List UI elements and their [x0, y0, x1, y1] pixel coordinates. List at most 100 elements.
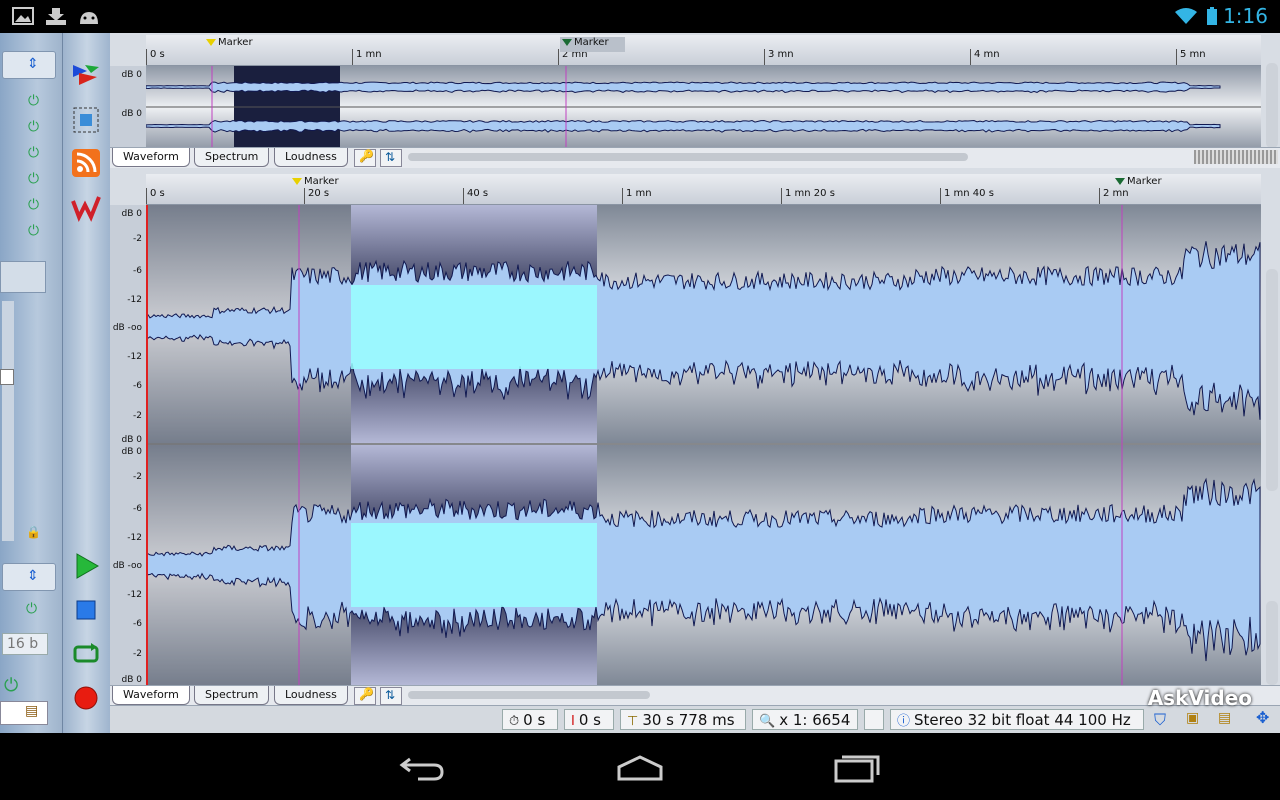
android-status-bar: 1:16	[0, 0, 1280, 33]
recent-apps-icon[interactable]	[832, 751, 882, 783]
marker-flag-selected[interactable]: Marker	[1115, 176, 1162, 187]
ruler-label: 0 s	[150, 188, 165, 199]
tab-loudness[interactable]: Loudness	[274, 148, 348, 167]
power-icon[interactable]: ⏻	[28, 93, 39, 109]
detail-vscroll-bottom[interactable]	[1266, 601, 1278, 685]
tab-spectrum[interactable]: Spectrum	[194, 148, 270, 167]
rss-icon[interactable]	[71, 148, 101, 178]
empty-field	[864, 709, 884, 730]
ruler-label: 20 s	[308, 188, 330, 199]
marker-flag[interactable]: Marker	[292, 176, 339, 187]
ruler-label: 1 mn	[356, 49, 382, 60]
power-icon[interactable]: ⏻	[28, 223, 39, 239]
wavepad-logo-icon[interactable]	[71, 193, 101, 223]
detail-ruler[interactable]: 0 s 20 s 40 s 1 mn 1 mn 20 s 1 mn 40 s 2…	[146, 174, 1261, 205]
clock: 1:16	[1223, 4, 1268, 28]
wifi-icon	[1175, 8, 1197, 24]
clock-icon: ⏱	[509, 714, 520, 729]
tab-loudness[interactable]: Loudness	[274, 686, 348, 705]
overview-waveform[interactable]	[146, 66, 1261, 149]
mixer-panel: ⇕ ⏻ ⏻ ⏻ ⏻ ⏻ ⏻ 🔒 ⇕ ⏻ 16 b ⏻ ▤	[0, 33, 62, 733]
power-icon[interactable]: ⏻	[28, 145, 39, 161]
ruler-label: 5 mn	[1180, 49, 1206, 60]
gallery-icon	[12, 7, 34, 25]
overview-ruler[interactable]: 0 s 1 mn 2 mn 3 mn 4 mn 5 mn Marker Mark…	[146, 35, 1261, 66]
cursor-time: ⏱ 0 s	[502, 709, 558, 730]
detail-hscroll[interactable]	[408, 691, 650, 699]
selection-length: ⊤ 30 s 778 ms	[620, 709, 746, 730]
play-icon[interactable]	[71, 551, 101, 581]
tab-waveform[interactable]: Waveform	[112, 686, 190, 705]
grid-tool-icon[interactable]	[71, 105, 101, 135]
editor-main: 0 s 1 mn 2 mn 3 mn 4 mn 5 mn Marker Mark…	[110, 33, 1280, 733]
move-icon[interactable]: ✥	[1256, 708, 1269, 727]
wrench-icon[interactable]: 🔑	[354, 687, 376, 705]
zoom-level: 🔍 x 1: 6654	[752, 709, 858, 730]
wrench-icon[interactable]: 🔑	[354, 149, 376, 167]
home-icon[interactable]	[615, 751, 665, 783]
tab-spectrum[interactable]: Spectrum	[194, 686, 270, 705]
power-icon[interactable]: ⏻	[28, 119, 39, 135]
power-icon[interactable]: ⏻	[28, 197, 39, 213]
ruler-label: 4 mn	[974, 49, 1000, 60]
info-icon: ⓘ	[897, 714, 911, 729]
swap-arrows-icon[interactable]: ⇅	[380, 687, 402, 705]
panel-field[interactable]	[0, 261, 46, 293]
swap-arrows-icon[interactable]: ⇅	[380, 149, 402, 167]
volume-slider[interactable]	[0, 301, 14, 541]
watermark: AskVideo	[1147, 686, 1252, 710]
download-icon	[46, 8, 66, 25]
overview-hscroll[interactable]	[408, 153, 968, 161]
back-icon[interactable]	[398, 751, 448, 783]
detail-waveform[interactable]	[146, 205, 1261, 685]
ruler-label: 2 mn	[1103, 188, 1129, 199]
ruler-label: 1 mn	[626, 188, 652, 199]
zoom-grip[interactable]	[1194, 150, 1278, 164]
marker-flag-selected[interactable]: Marker	[560, 37, 625, 52]
copy-file-icon[interactable]: ▤	[1218, 710, 1231, 726]
overview-view-tabs: Waveform Spectrum Loudness 🔑 ⇅	[110, 147, 1280, 168]
overview-vscroll[interactable]	[1266, 63, 1278, 148]
channel-select[interactable]: ⇕	[2, 51, 56, 79]
loop-icon[interactable]	[71, 639, 101, 669]
android-nav-bar	[0, 733, 1280, 800]
audio-format: ⓘ Stereo 32 bit float 44 100 Hz	[890, 709, 1144, 730]
selection-icon: ⊤	[627, 714, 639, 729]
detail-db-scale-left: dB 0 -2 -6 -12 dB -oo -12 -6 -2 dB 0	[110, 205, 146, 445]
android-icon	[80, 12, 98, 24]
editor-status-bar: ⏱ 0 s I0 s ⊤ 30 s 778 ms 🔍 x 1: 6654 ⓘ Stere…	[110, 705, 1280, 734]
lock-icon[interactable]: 🔒	[26, 525, 41, 539]
bit-depth-field[interactable]: 16 b	[2, 633, 48, 655]
tool-column	[62, 33, 111, 733]
ruler-label: 1 mn 20 s	[785, 188, 835, 199]
overview-waveform-svg	[146, 66, 1261, 149]
tab-waveform[interactable]: Waveform	[112, 148, 190, 167]
ruler-label: 3 mn	[768, 49, 794, 60]
detail-db-scale-right: dB 0 -2 -6 -12 dB -oo -12 -6 -2 dB 0	[110, 443, 146, 685]
selection-highlight-top	[351, 285, 597, 369]
cursor-icon: I	[571, 714, 575, 729]
arrows-icon: ⇕	[27, 568, 39, 584]
power-icon[interactable]: ⏻	[28, 171, 39, 187]
ruler-label: 0 s	[150, 49, 165, 60]
panel-field[interactable]: ▤	[0, 701, 48, 725]
stop-icon[interactable]	[71, 595, 101, 625]
power-icon[interactable]: ⏻	[4, 675, 18, 696]
start-time: I0 s	[564, 709, 614, 730]
detail-waveform-svg	[146, 205, 1261, 685]
book-icon[interactable]: ▤	[25, 703, 38, 719]
channel-select-2[interactable]: ⇕	[2, 563, 56, 591]
detail-view-tabs: Waveform Spectrum Loudness 🔑 ⇅	[110, 685, 1280, 706]
effects-icon[interactable]	[71, 61, 101, 91]
detail-vscroll-top[interactable]	[1266, 269, 1278, 491]
marker-flag[interactable]: Marker	[206, 37, 253, 48]
filter-icon[interactable]: ⛉	[1154, 710, 1166, 730]
track-power-list: ⏻ ⏻ ⏻ ⏻ ⏻ ⏻	[2, 91, 54, 241]
record-icon[interactable]	[71, 683, 101, 713]
add-file-icon[interactable]: ▣	[1186, 710, 1199, 726]
overview-db-scale: dB 0 dB 0	[110, 66, 146, 149]
ruler-label: 1 mn 40 s	[944, 188, 994, 199]
power-icon[interactable]: ⏻	[26, 601, 37, 617]
ruler-label: 40 s	[467, 188, 489, 199]
slider-handle[interactable]	[0, 369, 14, 385]
